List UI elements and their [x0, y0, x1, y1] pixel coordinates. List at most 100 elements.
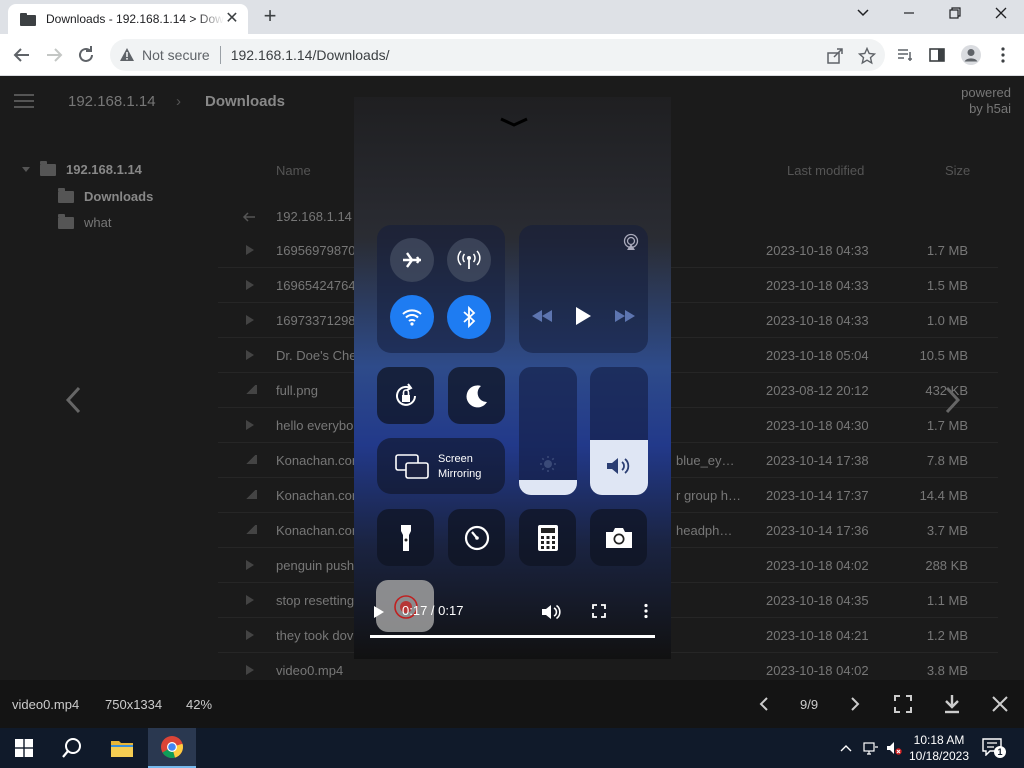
- video-progress-bar[interactable]: [370, 635, 655, 638]
- close-window-button[interactable]: [986, 4, 1016, 26]
- video-file-icon: [246, 665, 254, 675]
- close-icon[interactable]: [988, 692, 1012, 716]
- file-modified: 2023-10-18 04:02: [766, 663, 869, 678]
- next-arrow-icon[interactable]: [940, 385, 964, 415]
- file-modified: 2023-08-12 20:12: [766, 383, 869, 398]
- folder-icon: [40, 160, 56, 176]
- file-size: 288 KB: [925, 558, 968, 573]
- breadcrumb-current[interactable]: Downloads: [205, 93, 285, 110]
- fullscreen-icon[interactable]: [592, 604, 606, 618]
- forward-arrow-icon[interactable]: [42, 43, 66, 67]
- browser-tab[interactable]: Downloads - 192.168.1.14 > Downloads ✕: [8, 4, 248, 34]
- breadcrumb-root[interactable]: 192.168.1.14: [68, 93, 156, 110]
- side-panel-icon[interactable]: [928, 46, 946, 64]
- file-name-tail: r group h…: [676, 488, 742, 503]
- image-file-icon: [246, 455, 257, 464]
- video-file-icon: [246, 350, 254, 360]
- taskbar-clock[interactable]: 10:18 AM 10/18/2023: [905, 732, 973, 764]
- tree-item-what[interactable]: what: [58, 213, 111, 230]
- column-header-size[interactable]: Size: [945, 163, 970, 178]
- url-text[interactable]: 192.168.1.14/Downloads/: [231, 47, 390, 63]
- fullscreen-icon[interactable]: [891, 692, 915, 716]
- wifi-icon: [390, 295, 434, 339]
- reload-icon[interactable]: [74, 43, 98, 67]
- chrome-taskbar-button[interactable]: [148, 728, 196, 768]
- image-file-icon: [246, 525, 257, 534]
- gallery-counter: 9/9: [800, 697, 819, 712]
- network-icon[interactable]: [863, 740, 879, 756]
- divider: [219, 46, 221, 64]
- column-header-modified[interactable]: Last modified: [787, 163, 864, 178]
- gallery-filename: video0.mp4: [12, 697, 80, 712]
- start-button[interactable]: [0, 728, 48, 768]
- file-modified: 2023-10-18 04:35: [766, 593, 869, 608]
- menu-icon[interactable]: [14, 94, 34, 108]
- volume-muted-icon[interactable]: [886, 740, 902, 756]
- connectivity-panel: [377, 225, 505, 353]
- tree-item-downloads[interactable]: Downloads: [58, 187, 153, 204]
- media-control-icon[interactable]: [896, 46, 914, 64]
- tab-search-icon[interactable]: [848, 4, 878, 26]
- address-bar[interactable]: Not secure 192.168.1.14/Downloads/: [110, 39, 885, 71]
- brightness-slider: [519, 367, 577, 495]
- video-viewer[interactable]: Screen Mirroring 0:17 / 0:17: [354, 97, 671, 659]
- tree-root[interactable]: 192.168.1.14: [22, 160, 142, 177]
- minimize-button[interactable]: [894, 4, 924, 26]
- volume-icon[interactable]: [541, 603, 561, 621]
- camera-icon: [590, 509, 647, 566]
- search-button[interactable]: [48, 728, 96, 768]
- file-size: 3.8 MB: [926, 663, 968, 678]
- file-explorer-icon: [111, 741, 133, 757]
- new-tab-button[interactable]: +: [258, 5, 282, 29]
- search-icon: [62, 738, 81, 758]
- bookmark-star-icon[interactable]: [858, 47, 876, 65]
- file-modified: 2023-10-18 05:04: [766, 348, 869, 363]
- screen-mirroring-line-1: Screen: [438, 453, 473, 465]
- file-name: stop resetting: [276, 593, 355, 608]
- previous-icon[interactable]: [752, 692, 776, 716]
- close-tab-icon[interactable]: ✕: [224, 11, 240, 27]
- file-modified: 2023-10-14 17:38: [766, 453, 869, 468]
- security-label[interactable]: Not secure: [142, 47, 210, 63]
- volume-slider: [590, 367, 648, 495]
- flashlight-icon: [377, 509, 434, 566]
- screen: Downloads - 192.168.1.14 > Downloads ✕ +: [0, 0, 1024, 768]
- file-name: full.png: [276, 383, 318, 398]
- next-icon[interactable]: [843, 692, 867, 716]
- back-arrow-icon[interactable]: [10, 43, 34, 67]
- file-explorer-button[interactable]: [98, 728, 146, 768]
- breadcrumb-separator-icon: ›: [176, 93, 181, 110]
- more-options-icon[interactable]: [643, 603, 649, 619]
- notification-center-button[interactable]: 1: [982, 738, 1006, 758]
- video-progress-fill: [370, 635, 655, 638]
- previous-arrow-icon[interactable]: [62, 385, 86, 415]
- file-size: 1.5 MB: [926, 278, 968, 293]
- warning-icon[interactable]: [119, 47, 135, 63]
- profile-avatar-icon[interactable]: [960, 44, 982, 66]
- share-icon[interactable]: [826, 47, 844, 65]
- fast-forward-icon: [615, 310, 635, 322]
- airplay-icon: [623, 233, 639, 250]
- column-header-name[interactable]: Name: [276, 163, 311, 178]
- video-file-icon: [246, 245, 254, 255]
- screen-mirroring-icon: [395, 454, 429, 479]
- powered-by[interactable]: powered by h5ai: [961, 85, 1011, 117]
- caret-down-icon[interactable]: [22, 167, 30, 172]
- play-icon[interactable]: [373, 605, 385, 619]
- restore-button[interactable]: [940, 4, 970, 26]
- file-name: 16973371298: [276, 313, 356, 328]
- cellular-icon: [447, 238, 491, 282]
- chrome-icon: [161, 736, 183, 759]
- folder-icon: [20, 12, 36, 26]
- kebab-menu-icon[interactable]: [994, 46, 1012, 64]
- download-icon[interactable]: [940, 692, 964, 716]
- file-size: 7.8 MB: [926, 453, 968, 468]
- file-name: penguin push: [276, 558, 355, 573]
- chevron-up-icon[interactable]: [838, 740, 854, 756]
- video-controls: 0:17 / 0:17: [354, 597, 671, 659]
- rewind-icon: [532, 310, 552, 322]
- video-time: 0:17 / 0:17: [402, 603, 464, 618]
- folder-icon: [58, 213, 74, 229]
- parent-folder-row[interactable]: 192.168.1.14: [242, 209, 352, 224]
- browser-toolbar: Not secure 192.168.1.14/Downloads/: [0, 34, 1024, 76]
